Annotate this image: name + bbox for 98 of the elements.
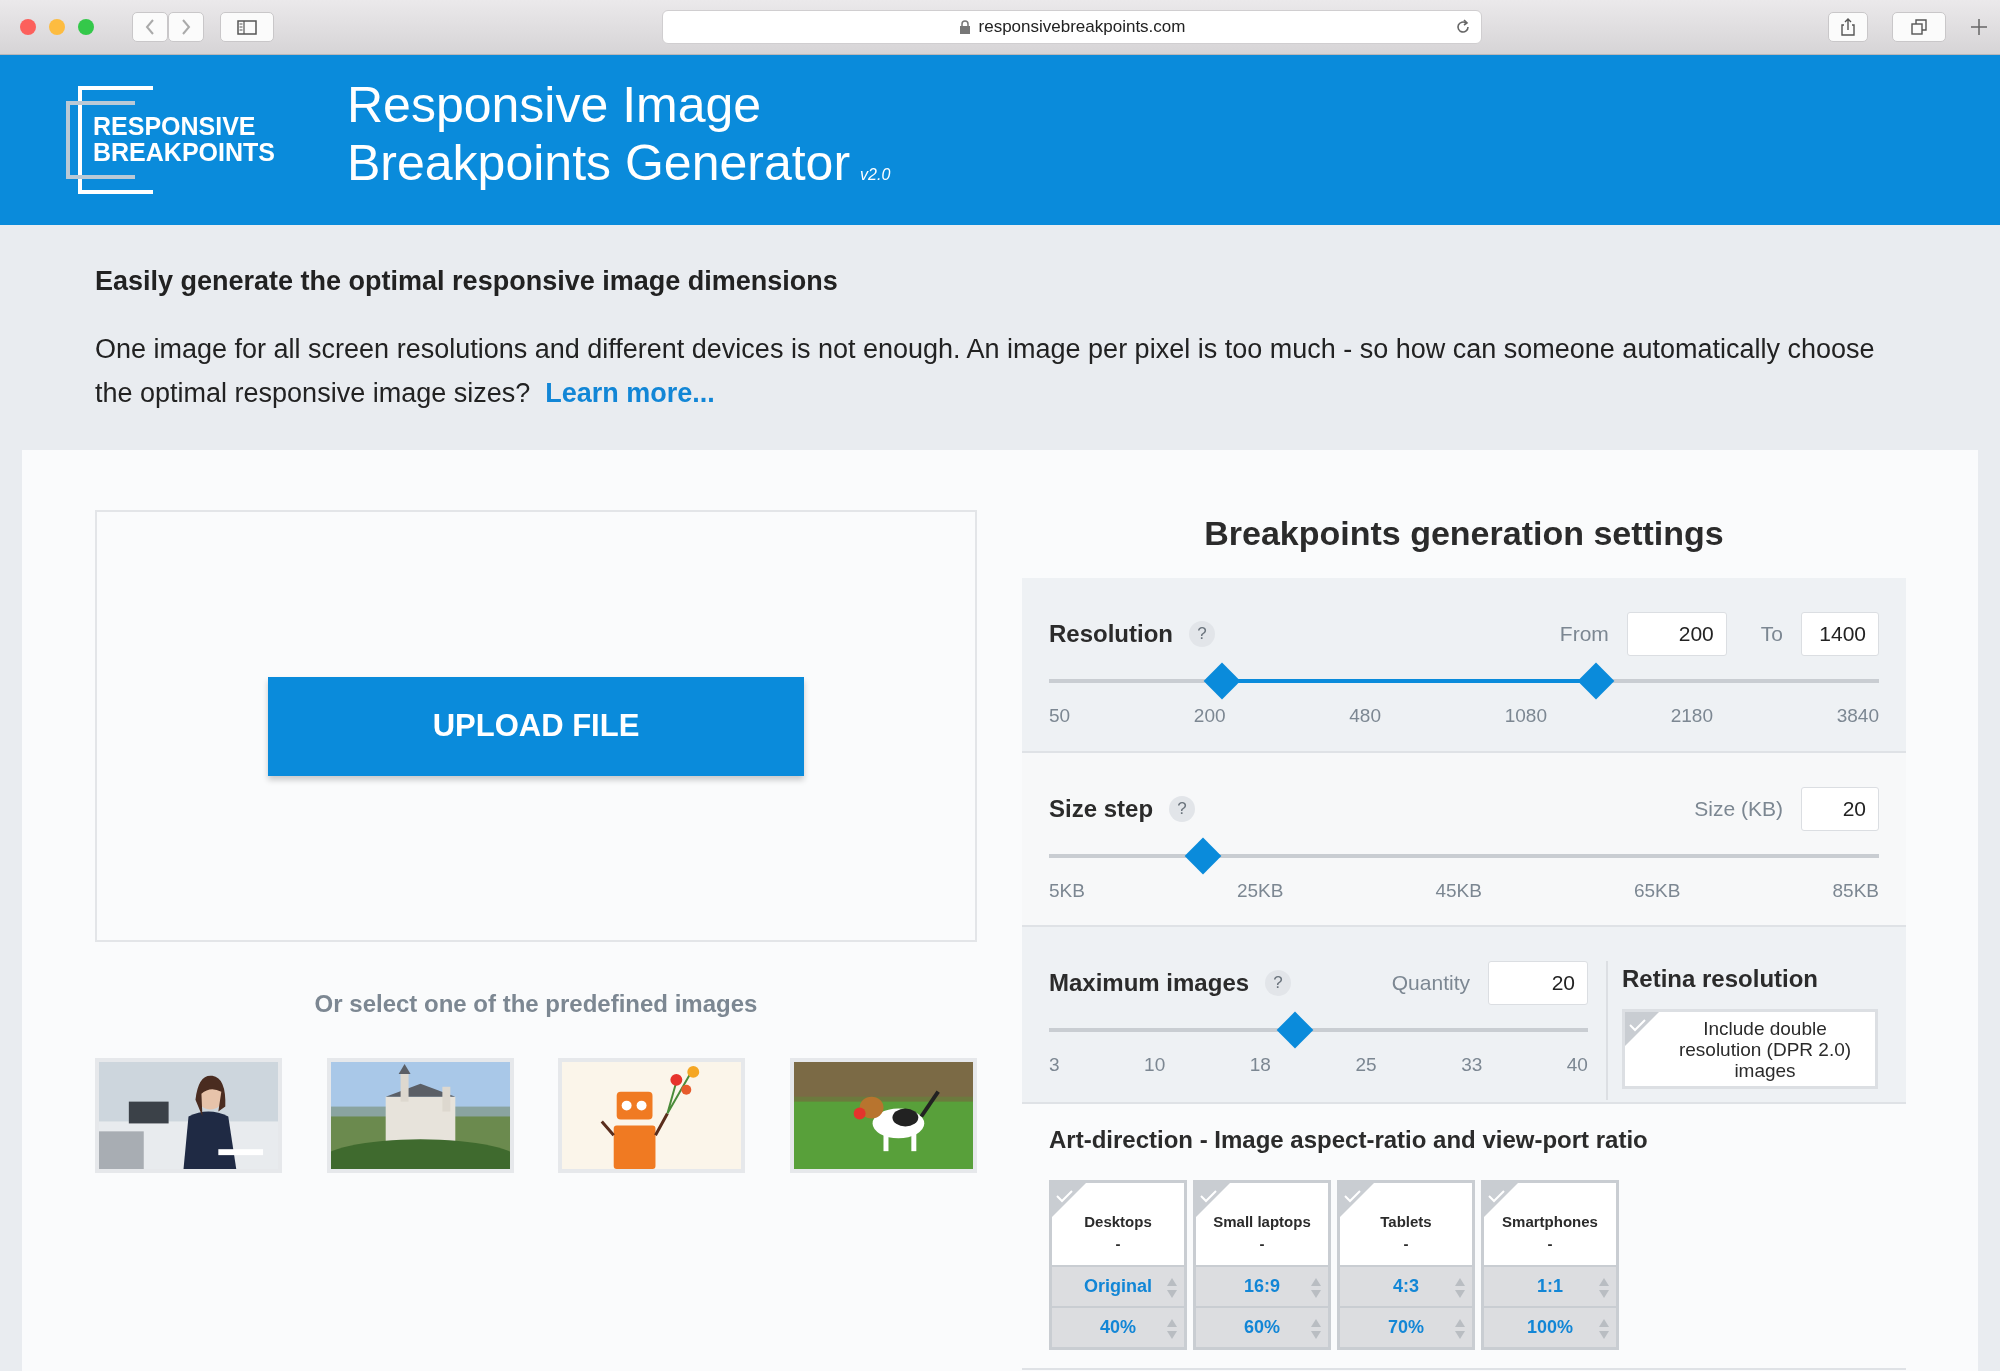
device-dash: - — [1402, 1233, 1410, 1254]
retina-option[interactable]: Include double resolution (DPR 2.0) images — [1622, 1009, 1878, 1089]
tick-label: 10 — [1144, 1053, 1166, 1077]
field-label: To — [1760, 621, 1783, 648]
input-field[interactable]: 20 — [1801, 786, 1879, 831]
tick-label: 25KB — [1236, 878, 1284, 903]
sidebar-icon — [237, 19, 257, 35]
tick-label: 40 — [1566, 1053, 1588, 1077]
help-icon[interactable]: ? — [1189, 621, 1215, 647]
tick-label: 18 — [1249, 1053, 1271, 1077]
share-icon — [1841, 18, 1855, 36]
device-name: Smartphones — [1501, 1211, 1599, 1232]
sidebar-button[interactable] — [220, 12, 274, 42]
ratio-value[interactable]: 16:9 — [1244, 1272, 1280, 1300]
tabs-icon — [1911, 19, 1927, 35]
logo-text: RESPONSIVE — [93, 113, 257, 139]
tick-label: 5KB — [1049, 878, 1085, 903]
ratio-value[interactable]: Original — [1084, 1272, 1152, 1300]
tick-label: 33 — [1461, 1053, 1483, 1077]
device-card[interactable]: Smartphones - 1:1 100% — [1481, 1179, 1619, 1350]
share-button[interactable] — [1828, 12, 1868, 42]
settings-title: Breakpoints generation settings — [1203, 513, 1725, 554]
device-card[interactable]: Tablets - 4:3 70% — [1337, 1179, 1475, 1350]
learn-more-link[interactable]: Learn more... — [545, 378, 715, 409]
spinner-icon[interactable] — [1454, 1276, 1466, 1299]
setting-label: Resolution — [1049, 619, 1173, 649]
setting-label: Retina resolution — [1622, 964, 1820, 994]
chevron-right-icon — [181, 19, 191, 35]
tick-label: 3840 — [1836, 704, 1879, 728]
tick-label: 3 — [1049, 1053, 1060, 1077]
spinner-icon[interactable] — [1454, 1317, 1466, 1340]
checkbox[interactable] — [1484, 1182, 1518, 1217]
minimize-icon[interactable] — [49, 19, 65, 35]
setting-label: Size step — [1049, 793, 1154, 824]
logo-text: BREAKPOINTS — [93, 139, 275, 165]
predefined-caption: Or select one of the predefined images — [313, 989, 759, 1019]
tick-label: 65KB — [1634, 878, 1681, 903]
input-field[interactable]: 1400 — [1801, 612, 1879, 656]
checkbox[interactable] — [1340, 1182, 1374, 1217]
option-label: Include double resolution (DPR 2.0) images — [1678, 1018, 1852, 1081]
tick-label: 200 — [1193, 704, 1226, 728]
tick-label: 1080 — [1504, 704, 1547, 728]
percent-value[interactable]: 70% — [1388, 1313, 1424, 1341]
setting-label: Maximum images — [1049, 968, 1250, 998]
checkbox[interactable] — [1196, 1182, 1230, 1217]
upload-button[interactable]: UPLOAD FILE — [268, 676, 804, 776]
ratio-value[interactable]: 4:3 — [1393, 1272, 1419, 1300]
help-icon[interactable]: ? — [1265, 970, 1292, 996]
ratio-value[interactable]: 1:1 — [1537, 1272, 1563, 1300]
version-label: v2.0 — [860, 166, 891, 183]
field-label: Quantity — [1391, 970, 1470, 997]
close-icon[interactable] — [20, 19, 36, 35]
spinner-icon[interactable] — [1598, 1276, 1610, 1299]
device-card[interactable]: Small laptops - 16:9 60% — [1193, 1179, 1331, 1350]
percent-value[interactable]: 40% — [1100, 1313, 1136, 1341]
input-field[interactable]: 200 — [1626, 612, 1727, 656]
section-title: Art-direction - Image aspect-ratio and view-port ratio — [1049, 1124, 1649, 1155]
page-title: Breakpoints Generator — [347, 135, 851, 191]
tick-label: 50 — [1049, 704, 1071, 728]
maximize-icon[interactable] — [78, 19, 94, 35]
intro-heading: Easily generate the optimal responsive image dimensions — [95, 265, 839, 298]
chevron-left-icon — [145, 19, 155, 35]
tick-label: 25 — [1355, 1053, 1377, 1077]
forward-button[interactable] — [168, 12, 204, 42]
spinner-icon[interactable] — [1310, 1317, 1322, 1340]
spinner-icon[interactable] — [1598, 1317, 1610, 1340]
tick-label: 480 — [1349, 704, 1381, 728]
percent-value[interactable]: 60% — [1244, 1313, 1280, 1341]
field-label: From — [1559, 621, 1609, 648]
tabs-button[interactable] — [1892, 12, 1946, 42]
address-bar[interactable]: responsivebreakpoints.com — [662, 10, 1482, 44]
upload-area[interactable]: UPLOAD FILE — [95, 510, 977, 942]
checkbox[interactable] — [1625, 1012, 1659, 1046]
device-dash: - — [1258, 1233, 1266, 1254]
checkbox[interactable] — [1052, 1182, 1086, 1217]
field-label: Size (KB) — [1694, 795, 1783, 822]
device-name: Tablets — [1379, 1211, 1433, 1232]
device-dash: - — [1114, 1233, 1122, 1254]
tick-label: 85KB — [1832, 878, 1879, 903]
percent-value[interactable]: 100% — [1526, 1313, 1573, 1341]
url-text: responsivebreakpoints.com — [978, 16, 1186, 39]
intro-text: One image for all screen resolutions and different devices is not enough. An image per pixel is too much - so how can someone automatically choose the optimal responsive image sizes? Learn more... — [95, 333, 1876, 411]
help-icon[interactable]: ? — [1169, 795, 1196, 822]
input-field[interactable]: 20 — [1488, 961, 1588, 1005]
reload-icon[interactable] — [1455, 19, 1471, 35]
tick-label: 2180 — [1670, 704, 1713, 728]
spinner-icon[interactable] — [1166, 1276, 1178, 1299]
lock-icon — [958, 20, 971, 34]
device-dash: - — [1546, 1233, 1554, 1254]
device-card[interactable]: Desktops - Original 40% — [1049, 1179, 1187, 1350]
page-title: Responsive Image — [347, 77, 762, 133]
spinner-icon[interactable] — [1166, 1317, 1178, 1340]
device-name: Small laptops — [1212, 1211, 1312, 1232]
device-name: Desktops — [1083, 1211, 1153, 1232]
spinner-icon[interactable] — [1310, 1276, 1322, 1299]
back-button[interactable] — [132, 12, 168, 42]
new-tab-icon[interactable] — [1970, 18, 1988, 36]
tick-label: 45KB — [1435, 878, 1482, 903]
